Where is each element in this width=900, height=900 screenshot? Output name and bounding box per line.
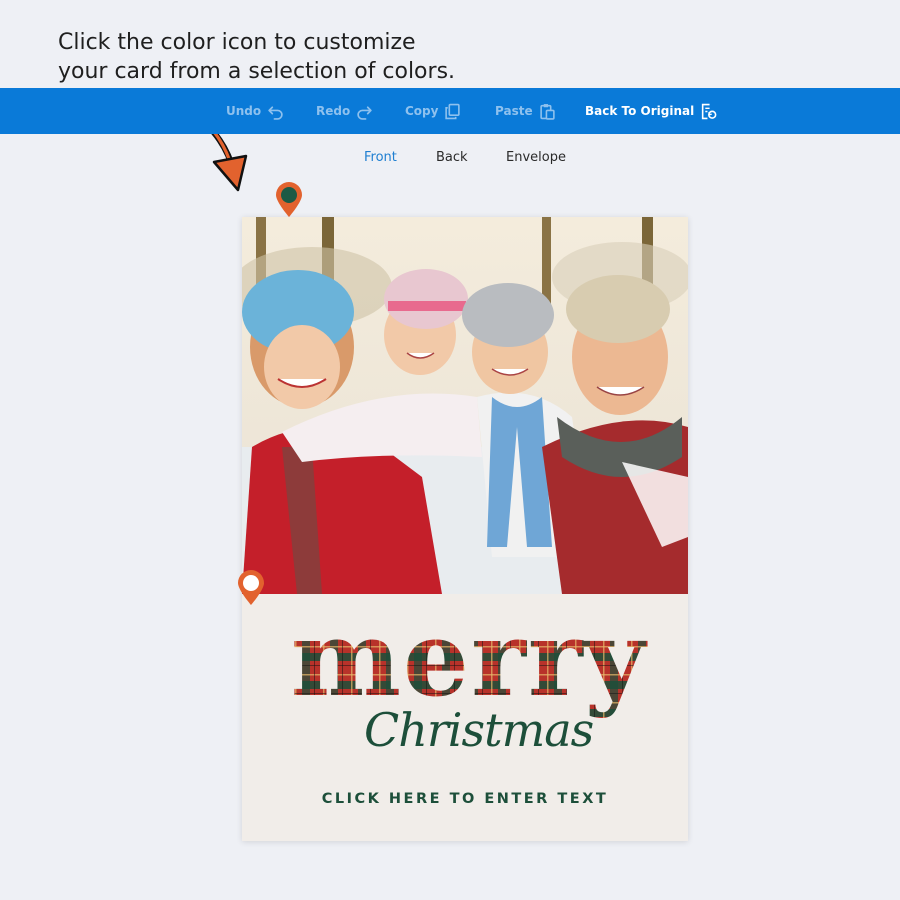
- copy-icon: [445, 103, 461, 119]
- instruction-text: Click the color icon to customize your c…: [58, 28, 455, 86]
- editor-toolbar: Undo Redo Copy Paste Back To Original: [0, 88, 900, 134]
- instruction-line-2: your card from a selection of colors.: [58, 59, 456, 84]
- redo-button[interactable]: Redo: [316, 88, 373, 134]
- copy-button[interactable]: Copy: [405, 88, 461, 134]
- paste-icon: [539, 103, 555, 120]
- restore-icon: [702, 103, 717, 119]
- merry-text: merry: [291, 597, 648, 720]
- card-side-tabs: Front Back Envelope: [0, 150, 900, 168]
- back-to-original-button[interactable]: Back To Original: [585, 88, 717, 134]
- family-photo[interactable]: [242, 217, 688, 594]
- back-to-original-label: Back To Original: [585, 104, 695, 118]
- tab-back[interactable]: Back: [436, 150, 468, 165]
- enter-text-field[interactable]: CLICK HERE TO ENTER TEXT: [242, 791, 688, 807]
- christmas-script[interactable]: Christmas: [364, 703, 624, 757]
- undo-label: Undo: [226, 104, 262, 118]
- instruction-line-1: Click the color icon to customize: [58, 30, 416, 55]
- merry-headline[interactable]: merry: [264, 597, 674, 720]
- paste-label: Paste: [495, 104, 533, 118]
- undo-icon: [268, 105, 283, 120]
- photo-color-pin[interactable]: [274, 182, 304, 218]
- color-pin-icon: [276, 182, 302, 217]
- copy-label: Copy: [405, 104, 439, 118]
- card-canvas: merry Christmas CLICK HERE TO ENTER TEXT: [242, 217, 688, 841]
- undo-button[interactable]: Undo: [226, 88, 284, 134]
- redo-label: Redo: [316, 104, 351, 118]
- tab-front[interactable]: Front: [364, 150, 397, 165]
- background-color-pin[interactable]: [236, 570, 266, 606]
- redo-icon: [357, 105, 372, 120]
- tab-envelope[interactable]: Envelope: [506, 150, 566, 165]
- color-pin-icon: [238, 570, 264, 605]
- family-photo-image: [242, 217, 688, 594]
- paste-button[interactable]: Paste: [495, 88, 556, 134]
